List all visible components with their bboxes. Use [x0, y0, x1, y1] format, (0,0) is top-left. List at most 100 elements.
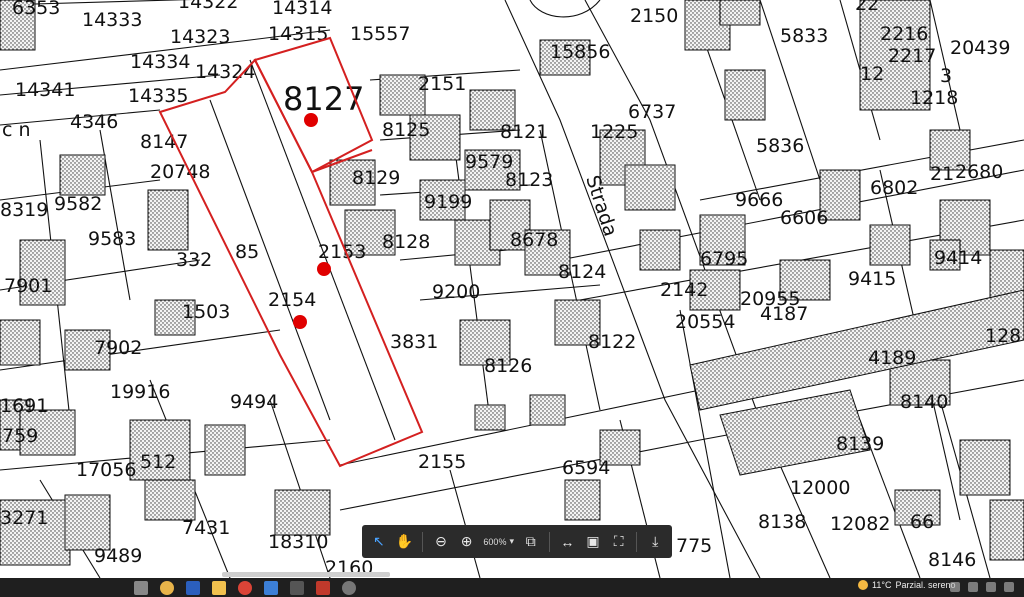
- parcel-label: 9415: [848, 268, 896, 290]
- parcel-label: 4187: [760, 303, 808, 325]
- parcel-label: 9583: [88, 228, 136, 250]
- weather-description: Parzial. sereno: [895, 580, 956, 590]
- highlighted-parcel-label: 8127: [283, 80, 364, 118]
- parcel-label: 2151: [418, 73, 466, 95]
- parcel-label: 775: [676, 535, 712, 557]
- parcel-label: 4189: [868, 347, 916, 369]
- parcel-label: 7902: [94, 337, 142, 359]
- parcel-label: 128: [985, 325, 1021, 347]
- fit-width-icon[interactable]: ↔: [557, 531, 579, 553]
- parcel-label: 8146: [928, 549, 976, 571]
- parcel-label: 8138: [758, 511, 806, 533]
- weather-icon: [858, 580, 868, 590]
- parcel-label: 2155: [418, 451, 466, 473]
- hand-pan-icon[interactable]: ✋: [394, 531, 416, 553]
- settings-icon[interactable]: [342, 580, 356, 595]
- zoom-out-icon[interactable]: ⊖: [430, 531, 452, 553]
- parcel-label: 12000: [790, 477, 850, 499]
- mail-icon[interactable]: [264, 580, 278, 595]
- toolbar-divider: [548, 531, 550, 552]
- parcel-label: 66: [910, 511, 934, 533]
- parcel-label: 6353: [12, 0, 60, 19]
- parcel-label: 4346: [70, 111, 118, 133]
- parcel-label: 6737: [628, 101, 676, 123]
- parcel-label: 2150: [630, 5, 678, 27]
- tray-icon[interactable]: [1004, 582, 1014, 592]
- parcel-label: 9414: [934, 247, 982, 269]
- parcel-label: 85: [235, 241, 259, 263]
- horizontal-scrollbar[interactable]: [222, 572, 390, 577]
- parcel-label: 1218: [910, 87, 958, 109]
- parcel-label: 21: [930, 163, 954, 185]
- select-arrow-icon[interactable]: ↖: [368, 531, 390, 553]
- task-view-icon[interactable]: [134, 580, 148, 595]
- parcel-label: 14314: [272, 0, 332, 19]
- parcel-label: 14322: [178, 0, 238, 13]
- parcel-label: 14333: [82, 9, 142, 31]
- parcel-label: 20748: [150, 161, 210, 183]
- parcel-label: 2142: [660, 279, 708, 301]
- system-tray: [950, 582, 1014, 592]
- parcel-label: c n: [2, 119, 31, 141]
- parcel-label: 8678: [510, 229, 558, 251]
- parcel-label: 12: [860, 63, 884, 85]
- parcel-label: 2154: [268, 289, 316, 311]
- parcel-label: 2216: [880, 23, 928, 45]
- parcel-label: 8124: [558, 261, 606, 283]
- zoom-level-select[interactable]: 600% ▾: [481, 536, 516, 547]
- store-icon[interactable]: [290, 580, 304, 595]
- export-icon[interactable]: ⤓: [644, 531, 666, 553]
- parcel-label: 14324: [195, 61, 255, 83]
- fit-page-icon[interactable]: ▣: [582, 531, 604, 553]
- parcel-label: 7901: [4, 275, 52, 297]
- weather-widget[interactable]: 11°C Parzial. sereno: [858, 580, 955, 590]
- parcel-label: 8123: [505, 169, 553, 191]
- parcel-label: 5833: [780, 25, 828, 47]
- parcel-label: 2680: [955, 161, 1003, 183]
- copy-icon[interactable]: ⧉: [520, 531, 542, 553]
- parcel-label: 8128: [382, 231, 430, 253]
- parcel-label: 22: [855, 0, 879, 15]
- parcel-label: 9199: [424, 191, 472, 213]
- parcel-label: 332: [176, 249, 212, 271]
- pdf-icon[interactable]: [316, 580, 330, 595]
- viewer-toolbar: ↖ ✋ ⊖ ⊕ 600% ▾ ⧉ ↔ ▣ ⛶ ⤓: [362, 525, 672, 558]
- parcel-label: 8139: [836, 433, 884, 455]
- cadastral-map[interactable]: 6353 14333 14322 14314 14315 15557 14323…: [0, 0, 1024, 578]
- tray-icon[interactable]: [968, 582, 978, 592]
- word-icon[interactable]: [186, 580, 200, 595]
- zoom-level-value: 600%: [483, 536, 507, 547]
- chrome-swirl-icon[interactable]: [160, 580, 174, 595]
- chevron-down-icon: ▾: [509, 536, 514, 546]
- marker-dot: [317, 262, 331, 276]
- parcel-label: 15557: [350, 23, 410, 45]
- parcel-label: 6594: [562, 457, 610, 479]
- parcel-label: 2217: [888, 45, 936, 67]
- parcel-label: 3: [940, 65, 952, 87]
- parcel-label: 8147: [140, 131, 188, 153]
- parcel-label: 9200: [432, 281, 480, 303]
- parcel-label: 14335: [128, 85, 188, 107]
- parcel-label: 8125: [382, 119, 430, 141]
- parcel-label: 6606: [780, 207, 828, 229]
- parcel-label: 759: [2, 425, 38, 447]
- parcel-label: 14323: [170, 26, 230, 48]
- file-explorer-icon[interactable]: [212, 580, 226, 595]
- tray-icon[interactable]: [950, 582, 960, 592]
- chrome-icon[interactable]: [238, 580, 252, 595]
- fullscreen-icon[interactable]: ⛶: [608, 531, 630, 553]
- parcel-label: 5836: [756, 135, 804, 157]
- parcel-label: 9582: [54, 193, 102, 215]
- tray-icon[interactable]: [986, 582, 996, 592]
- toolbar-divider: [422, 531, 424, 552]
- parcel-label: 6795: [700, 248, 748, 270]
- zoom-in-icon[interactable]: ⊕: [456, 531, 478, 553]
- parcel-label: 9489: [94, 545, 142, 567]
- parcel-label: 1225: [590, 121, 638, 143]
- parcel-label: 20439: [950, 37, 1010, 59]
- parcel-label: 14341: [15, 79, 75, 101]
- parcel-label: 8122: [588, 331, 636, 353]
- parcel-label: 7431: [182, 517, 230, 539]
- parcel-label: 17056: [76, 459, 136, 481]
- parcel-label: 8121: [500, 121, 548, 143]
